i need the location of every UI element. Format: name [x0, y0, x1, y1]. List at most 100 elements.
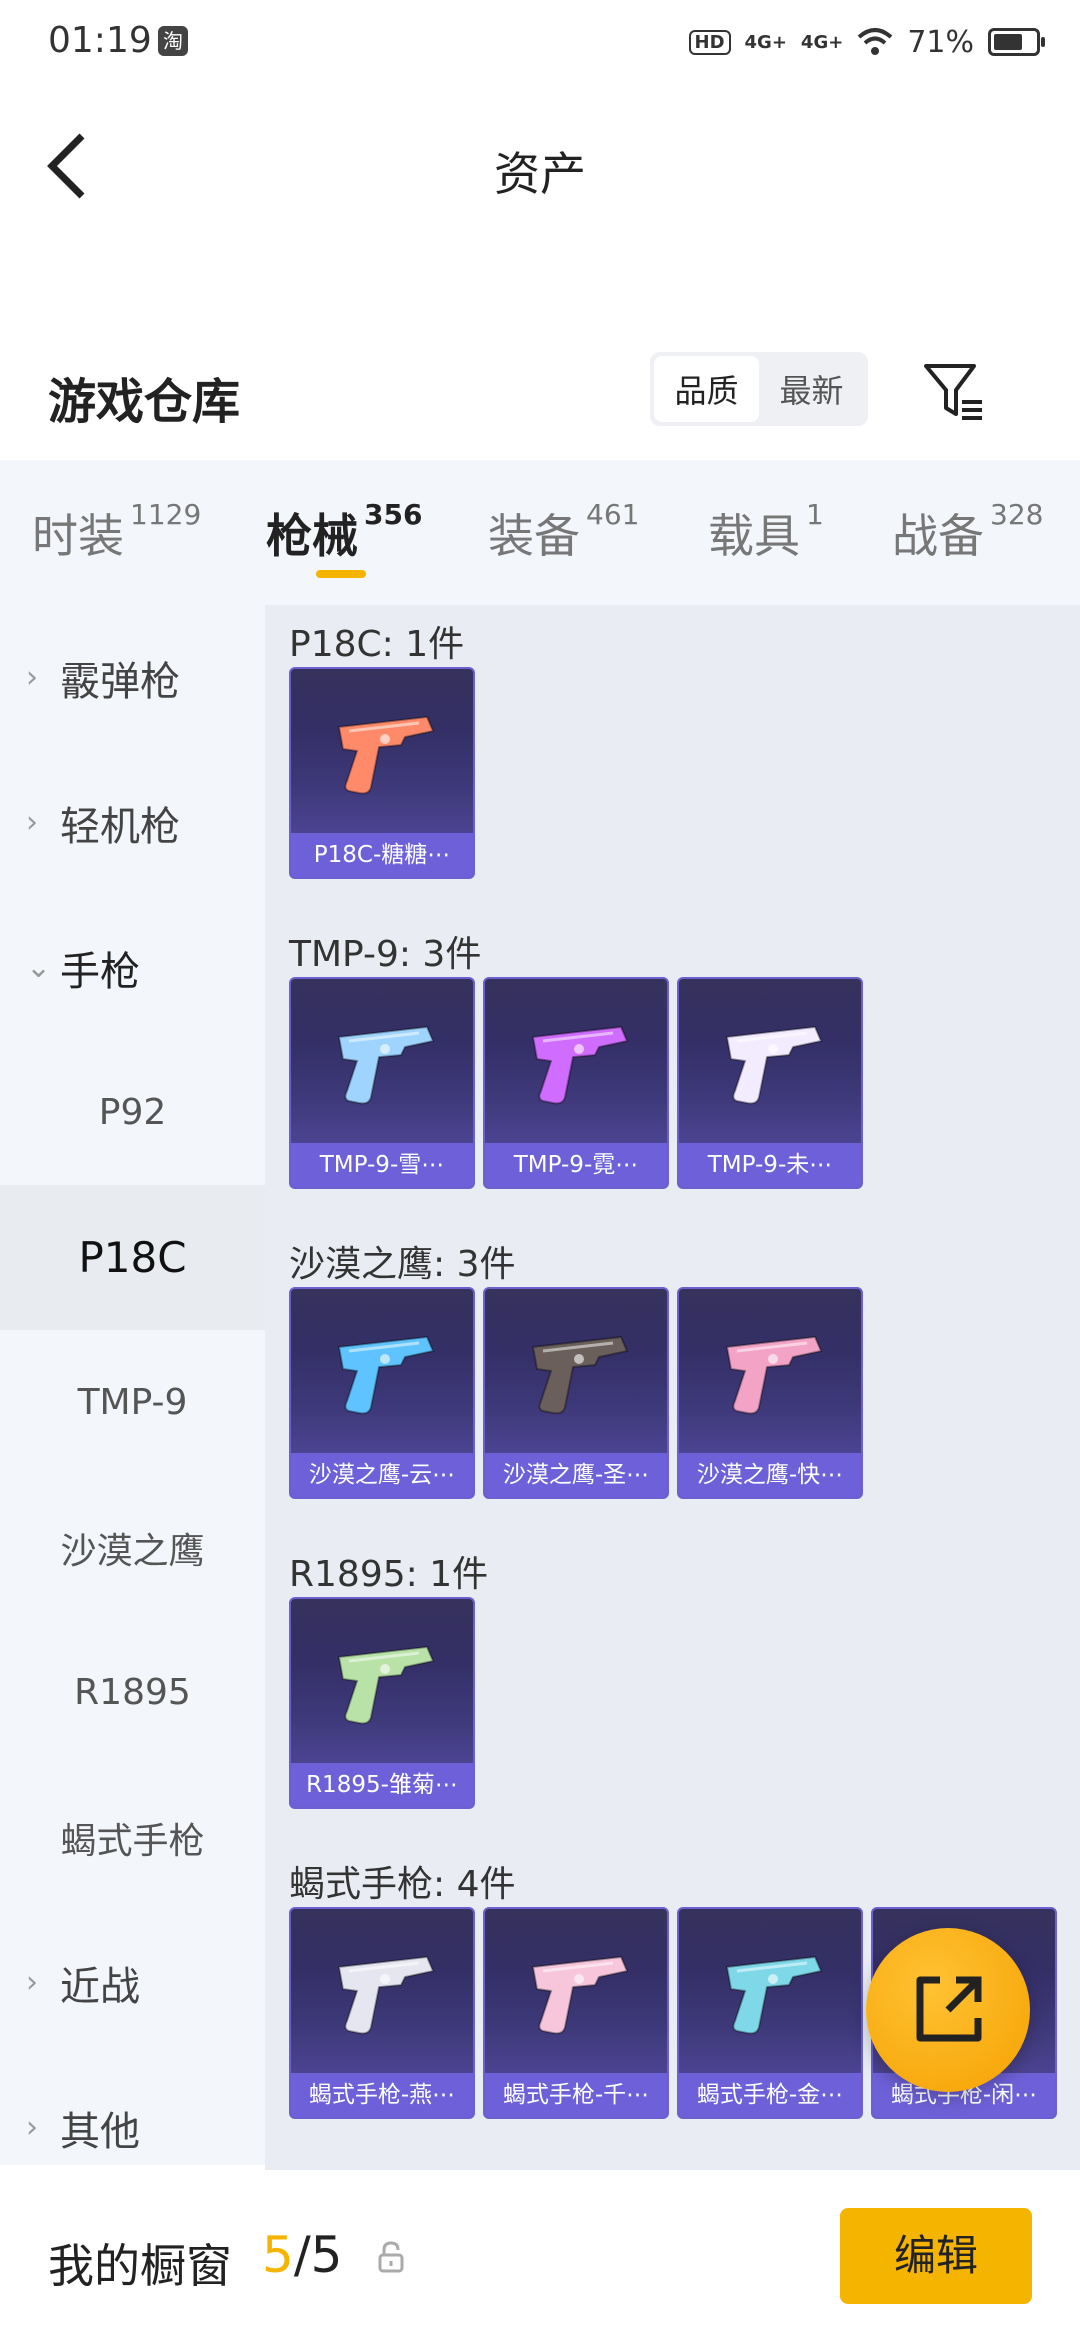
sidebar-item-p18c[interactable]: P18C [0, 1185, 265, 1330]
group-title: P18C: 1件 [289, 624, 465, 665]
sidebar-item-lmg[interactable]: › 轻机枪 [0, 750, 265, 895]
sidebar-item-melee[interactable]: › 近战 [0, 1910, 265, 2055]
sidebar-item-pistol[interactable]: ⌄ 手枪 [0, 895, 265, 1040]
gun-skin-icon [531, 1335, 629, 1415]
group-title: 近战: 33件 [289, 2160, 466, 2170]
weapon-skin-card[interactable]: 蝎式手枪-燕⋯ [289, 1907, 475, 2119]
group-title: R1895: 1件 [289, 1554, 489, 1595]
filter-button[interactable] [920, 356, 990, 426]
sidebar-item-p92[interactable]: P92 [0, 1040, 265, 1185]
sidebar-item-label: 手枪 [60, 948, 140, 995]
card-label: P18C-糖糖⋯ [291, 833, 473, 877]
gun-skin-icon [337, 1645, 435, 1725]
card-label: TMP-9-雪⋯ [291, 1143, 473, 1187]
group-title: 蝎式手枪: 4件 [289, 1864, 516, 1905]
lock-icon [378, 2241, 404, 2273]
gun-skin-icon [337, 1025, 435, 1105]
gun-skin-icon [725, 1955, 823, 2035]
gun-skin-icon [725, 1335, 823, 1415]
status-bar: 01:19 淘 HD 4G+ 4G+ 71% [0, 0, 1080, 86]
tab-vehicles[interactable]: 载具 1 [708, 498, 824, 566]
tab-label: 时装 [32, 509, 124, 563]
showcase-total: 5 [310, 2226, 343, 2284]
weapon-skin-card[interactable]: 沙漠之鹰-圣⋯ [483, 1287, 669, 1499]
sidebar-item-label: 霰弹枪 [60, 658, 180, 705]
gun-skin-icon [337, 1335, 435, 1415]
tab-count: 356 [364, 498, 423, 531]
signal-4g-icon: 4G+ [744, 31, 787, 53]
weapon-skin-card[interactable]: TMP-9-雪⋯ [289, 977, 475, 1189]
weapon-skin-card[interactable]: 沙漠之鹰-云⋯ [289, 1287, 475, 1499]
tab-label: 战备 [892, 509, 984, 563]
tab-fashion[interactable]: 时装 1129 [32, 498, 202, 566]
chevron-right-icon: › [26, 660, 38, 695]
taobao-notification-icon: 淘 [158, 26, 188, 56]
showcase-count: 5/5 [262, 2226, 342, 2284]
sidebar-item-tmp9[interactable]: TMP-9 [0, 1330, 265, 1475]
sidebar-item-desert-eagle[interactable]: 沙漠之鹰 [0, 1475, 265, 1620]
weapon-skin-card[interactable]: 沙漠之鹰-快⋯ [677, 1287, 863, 1499]
card-label: 沙漠之鹰-云⋯ [291, 1453, 473, 1497]
gun-skin-icon [531, 1025, 629, 1105]
status-time: 01:19 [48, 20, 152, 61]
sidebar-item-skorpion[interactable]: 蝎式手枪 [0, 1765, 265, 1910]
weapon-skin-card[interactable]: 蝎式手枪-千⋯ [483, 1907, 669, 2119]
battery-level [994, 34, 1022, 50]
showcase-current: 5 [262, 2226, 294, 2284]
card-label: TMP-9-未⋯ [679, 1143, 861, 1187]
battery-icon [988, 28, 1045, 56]
tab-count: 1129 [130, 498, 202, 531]
weapon-skin-card[interactable]: TMP-9-霓⋯ [483, 977, 669, 1189]
sidebar-item-label: 近战 [60, 1963, 140, 2010]
tab-count: 1 [806, 498, 824, 531]
sidebar-item-label: 轻机枪 [60, 803, 180, 850]
card-label: R1895-雏菊⋯ [291, 1763, 473, 1807]
edit-button[interactable]: 编辑 [840, 2208, 1032, 2304]
tab-label: 载具 [708, 509, 800, 563]
chevron-right-icon: › [26, 805, 38, 840]
sort-toggle: 品质 最新 [650, 352, 868, 426]
gun-skin-icon [337, 715, 435, 795]
tab-equipment[interactable]: 装备 461 [488, 498, 640, 566]
card-label: 蝎式手枪-千⋯ [485, 2073, 667, 2117]
sidebar-item-shotgun[interactable]: › 霰弹枪 [0, 605, 265, 750]
weapon-skin-card[interactable]: R1895-雏菊⋯ [289, 1597, 475, 1809]
sidebar-item-label: 其他 [60, 2108, 140, 2155]
tab-label: 装备 [488, 509, 580, 563]
wifi-icon [857, 28, 893, 55]
sort-newest-option[interactable]: 最新 [759, 356, 864, 422]
showcase-bar: 我的橱窗 5/5 编辑 [0, 2170, 1080, 2340]
chevron-down-icon: ⌄ [26, 950, 52, 985]
tab-battle-prep[interactable]: 战备 328 [892, 498, 1044, 566]
weapon-skin-card[interactable]: TMP-9-未⋯ [677, 977, 863, 1189]
tab-firearms[interactable]: 枪械 356 [266, 498, 423, 566]
card-label: 蝎式手枪-金⋯ [679, 2073, 861, 2117]
tab-count: 461 [586, 498, 640, 531]
status-indicators: HD 4G+ 4G+ 71% [688, 20, 1045, 64]
category-tabs: 时装 1129 枪械 356 装备 461 载具 1 战备 328 [0, 460, 1080, 605]
sidebar-item-r1895[interactable]: R1895 [0, 1620, 265, 1765]
share-icon [916, 1976, 982, 2042]
weapon-skin-card[interactable]: P18C-糖糖⋯ [289, 667, 475, 879]
card-label: 沙漠之鹰-快⋯ [679, 1453, 861, 1497]
card-label: 蝎式手枪-燕⋯ [291, 2073, 473, 2117]
sort-quality-option[interactable]: 品质 [654, 356, 759, 422]
filter-icon [924, 364, 982, 420]
weapon-skin-card[interactable]: 蝎式手枪-金⋯ [677, 1907, 863, 2119]
chevron-right-icon: › [26, 1965, 38, 2000]
card-label: 沙漠之鹰-圣⋯ [485, 1453, 667, 1497]
battery-percent: 71% [907, 24, 974, 60]
page-title: 资产 [494, 147, 586, 201]
hd-voice-icon: HD [688, 29, 731, 55]
group-title: TMP-9: 3件 [289, 934, 482, 975]
chevron-right-icon: › [26, 2110, 38, 2145]
warehouse-header: 游戏仓库 品质 最新 [0, 340, 1080, 460]
gun-skin-icon [725, 1025, 823, 1105]
group-title: 沙漠之鹰: 3件 [289, 1244, 516, 1285]
card-label: TMP-9-霓⋯ [485, 1143, 667, 1187]
active-tab-indicator [316, 570, 366, 578]
share-button[interactable] [866, 1928, 1030, 2092]
title-bar: 资产 [0, 86, 1080, 246]
tab-count: 328 [990, 498, 1044, 531]
gun-skin-icon [531, 1955, 629, 2035]
